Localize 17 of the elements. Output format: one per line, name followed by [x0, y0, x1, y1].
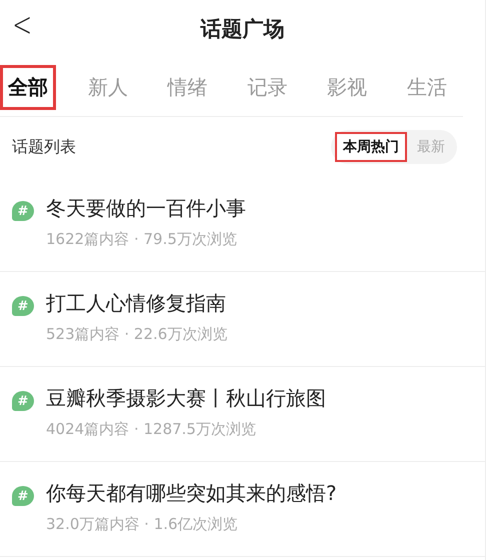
topic-title[interactable]: 你每天都有哪些突如其来的感悟?: [46, 480, 337, 507]
hashtag-icon: #: [12, 486, 34, 506]
sort-option[interactable]: 本周热门: [335, 132, 407, 162]
topic-title[interactable]: 豆瓣秋季摄影大赛丨秋山行旅图: [46, 385, 326, 412]
hashtag-icon: #: [12, 296, 34, 316]
topic-stats: 1622篇内容 · 79.5万次浏览: [46, 230, 238, 249]
page-title: 话题广场: [200, 16, 284, 43]
topic-stats: 32.0万篇内容 · 1.6亿次浏览: [46, 515, 239, 534]
topic-stats: 523篇内容 · 22.6万次浏览: [46, 325, 228, 344]
back-button[interactable]: <: [8, 8, 36, 42]
category-tab[interactable]: 全部: [0, 64, 56, 110]
section-title: 话题列表: [12, 136, 76, 158]
topic-title[interactable]: 冬天要做的一百件小事: [46, 195, 246, 222]
hashtag-icon: #: [12, 391, 34, 411]
topic-title[interactable]: 打工人心情修复指南: [46, 290, 228, 317]
hashtag-icon: #: [12, 201, 34, 221]
topic-stats: 4024篇内容 · 1287.5万次浏览: [46, 420, 257, 439]
